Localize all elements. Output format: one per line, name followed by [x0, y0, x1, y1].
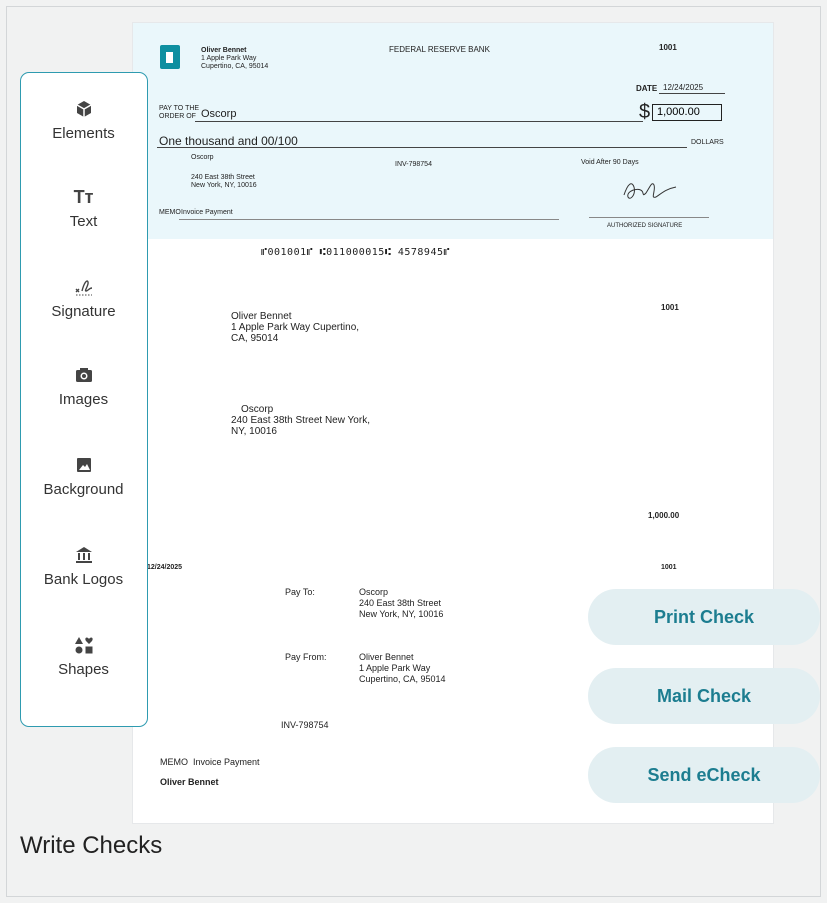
payee-address-1: 240 East 38th Street: [191, 174, 255, 181]
invoice-number: INV-798754: [395, 161, 432, 168]
stub-signer: Oliver Bennet: [160, 777, 219, 787]
shapes-icon: [74, 637, 93, 654]
sidebar-label-shapes: Shapes: [58, 661, 109, 678]
check-face[interactable]: Oliver Bennet 1 Apple Park Way Cupertino…: [133, 23, 773, 239]
sidebar-label-text: Text: [69, 213, 98, 230]
memo-label: MEMO: [159, 209, 181, 216]
sidebar-item-background[interactable]: Background: [21, 455, 146, 498]
bank-icon: [75, 547, 92, 563]
stub-pay-to-1: Oscorp: [359, 587, 389, 597]
stub-memo: Invoice Payment: [193, 757, 260, 767]
amount-field[interactable]: 1,000.00: [652, 104, 722, 121]
bank-name: FEDERAL RESERVE BANK: [389, 45, 490, 54]
page-title: Write Checks: [20, 832, 163, 859]
bank-logo-icon: [160, 45, 180, 69]
pay-to-label-2: ORDER OF: [159, 113, 196, 120]
tools-sidebar: Elements Tт Text Signature Images Backgr…: [20, 72, 148, 727]
stub-pay-to-label: Pay To:: [285, 587, 315, 597]
payee-name-small: Oscorp: [191, 154, 214, 161]
sidebar-label-signature: Signature: [51, 303, 116, 320]
stub-check-number: 1001: [661, 303, 679, 312]
pay-to-label-1: PAY TO THE: [159, 105, 200, 112]
sidebar-item-bank-logos[interactable]: Bank Logos: [21, 545, 146, 588]
authorized-signature-label: AUTHORIZED SIGNATURE: [607, 223, 683, 229]
mail-check-button[interactable]: Mail Check: [588, 668, 820, 724]
date-label: DATE: [636, 84, 658, 93]
sidebar-item-images[interactable]: Images: [21, 365, 146, 408]
payer-address-2: Cupertino, CA, 95014: [201, 63, 269, 70]
sidebar-label-bank-logos: Bank Logos: [43, 571, 124, 588]
sidebar-label-background: Background: [43, 481, 124, 498]
stub-check-number-2: 1001: [661, 564, 677, 571]
sidebar-item-shapes[interactable]: Shapes: [21, 635, 146, 678]
memo-text[interactable]: Invoice Payment: [181, 209, 233, 216]
sidebar-label-elements: Elements: [52, 125, 115, 142]
signature-image[interactable]: [618, 173, 688, 205]
stub-pay-from-3: Cupertino, CA, 95014: [359, 674, 446, 684]
void-notice: Void After 90 Days: [581, 159, 639, 166]
payee-address-2: New York, NY, 10016: [191, 182, 257, 189]
amount-in-words[interactable]: One thousand and 00/100: [159, 134, 298, 148]
payee-name[interactable]: Oscorp: [201, 108, 236, 120]
check-date: 12/24/2025: [663, 83, 704, 92]
stub-pay-from-1: Oliver Bennet: [359, 652, 414, 662]
stub-payer-line-3: CA, 95014: [231, 333, 279, 344]
micr-line: ⑈001001⑈ ⑆011000015⑆ 4578945⑈: [261, 247, 450, 258]
stub-payer-line-2: 1 Apple Park Way Cupertino,: [231, 322, 360, 333]
camera-icon: [75, 368, 92, 382]
sidebar-item-elements[interactable]: Elements: [21, 99, 146, 142]
stub-amount: 1,000.00: [648, 511, 680, 520]
print-check-button[interactable]: Print Check: [588, 589, 820, 645]
dollars-label: DOLLARS: [691, 139, 724, 146]
dollar-sign: $: [639, 101, 651, 123]
stub-payee-line-3: NY, 10016: [231, 426, 277, 437]
image-icon: [76, 458, 91, 472]
stub-payee-line-2: 240 East 38th Street New York,: [231, 415, 370, 426]
stub-memo-label: MEMO: [160, 757, 188, 767]
stub-payee-line-1: Oscorp: [241, 404, 274, 415]
text-icon: Tт: [73, 187, 94, 207]
stub-invoice: INV-798754: [281, 720, 329, 730]
sidebar-label-images: Images: [58, 391, 109, 408]
cube-icon: [76, 101, 91, 117]
stub-pay-from-2: 1 Apple Park Way: [359, 663, 431, 673]
payer-name: Oliver Bennet: [201, 47, 247, 54]
send-echeck-button[interactable]: Send eCheck: [588, 747, 820, 803]
stub-pay-from-label: Pay From:: [285, 652, 327, 662]
stub-date: 12/24/2025: [147, 564, 183, 571]
payer-address-1: 1 Apple Park Way: [201, 55, 257, 62]
stub-pay-to-3: New York, NY, 10016: [359, 609, 444, 619]
sidebar-item-signature[interactable]: Signature: [21, 277, 146, 320]
stub-pay-to-2: 240 East 38th Street: [359, 598, 442, 608]
stub-payer-line-1: Oliver Bennet: [231, 311, 292, 322]
sidebar-item-text[interactable]: Tт Text: [21, 187, 146, 230]
signature-icon: [75, 280, 92, 296]
check-number: 1001: [659, 43, 677, 52]
